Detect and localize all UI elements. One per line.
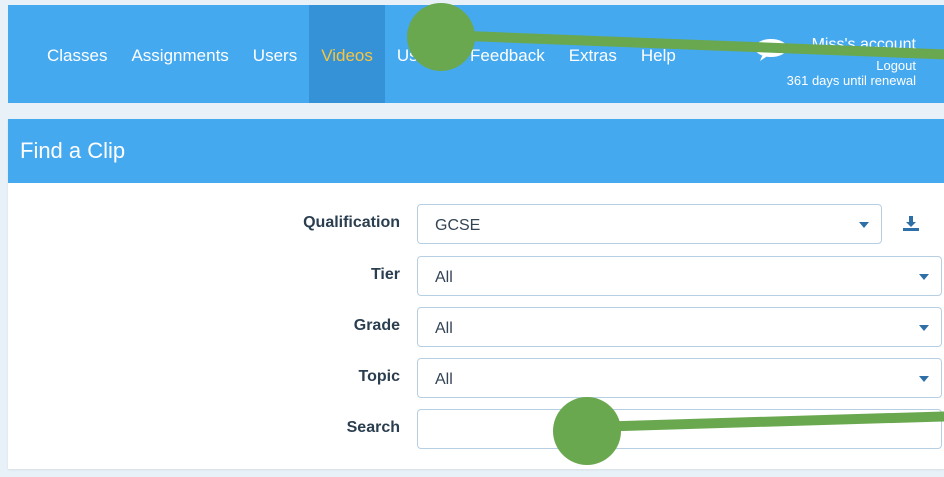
qualification-value: GCSE (435, 217, 481, 234)
nav-extras[interactable]: Extras (557, 5, 629, 103)
main-nav: Classes Assignments Users Videos Usage F… (8, 5, 688, 103)
search-label: Search (346, 419, 400, 436)
topic-value: All (435, 371, 453, 388)
logout-link[interactable]: Logout (787, 58, 916, 73)
chevron-down-icon (919, 274, 929, 280)
nav-users[interactable]: Users (241, 5, 309, 103)
renewal-text: 361 days until renewal (786, 73, 916, 88)
grade-label: Grade (353, 317, 400, 334)
tier-select[interactable]: All (417, 256, 942, 296)
grade-select[interactable]: All (417, 307, 942, 347)
nav-videos[interactable]: Videos (309, 5, 385, 103)
nav-classes[interactable]: Classes (8, 5, 119, 103)
top-nav-bar: Classes Assignments Users Videos Usage F… (8, 5, 944, 103)
qualification-label: Qualification (303, 214, 400, 231)
tier-label: Tier (370, 266, 400, 283)
chevron-down-icon (919, 325, 929, 331)
topic-label: Topic (358, 368, 400, 385)
nav-assignments[interactable]: Assignments (119, 5, 240, 103)
qualification-select[interactable]: GCSE (417, 204, 882, 244)
chevron-down-icon (919, 376, 929, 382)
tier-value: All (435, 269, 453, 286)
download-icon[interactable] (903, 216, 919, 232)
panel-title: Find a Clip (8, 119, 944, 183)
annotation-dot-top (407, 3, 475, 71)
chevron-down-icon (859, 222, 869, 228)
annotation-dot-bottom (553, 397, 621, 465)
topic-select[interactable]: All (417, 358, 942, 398)
grade-value: All (435, 320, 453, 337)
nav-feedback[interactable]: Feedback (458, 5, 557, 103)
nav-help[interactable]: Help (629, 5, 688, 103)
